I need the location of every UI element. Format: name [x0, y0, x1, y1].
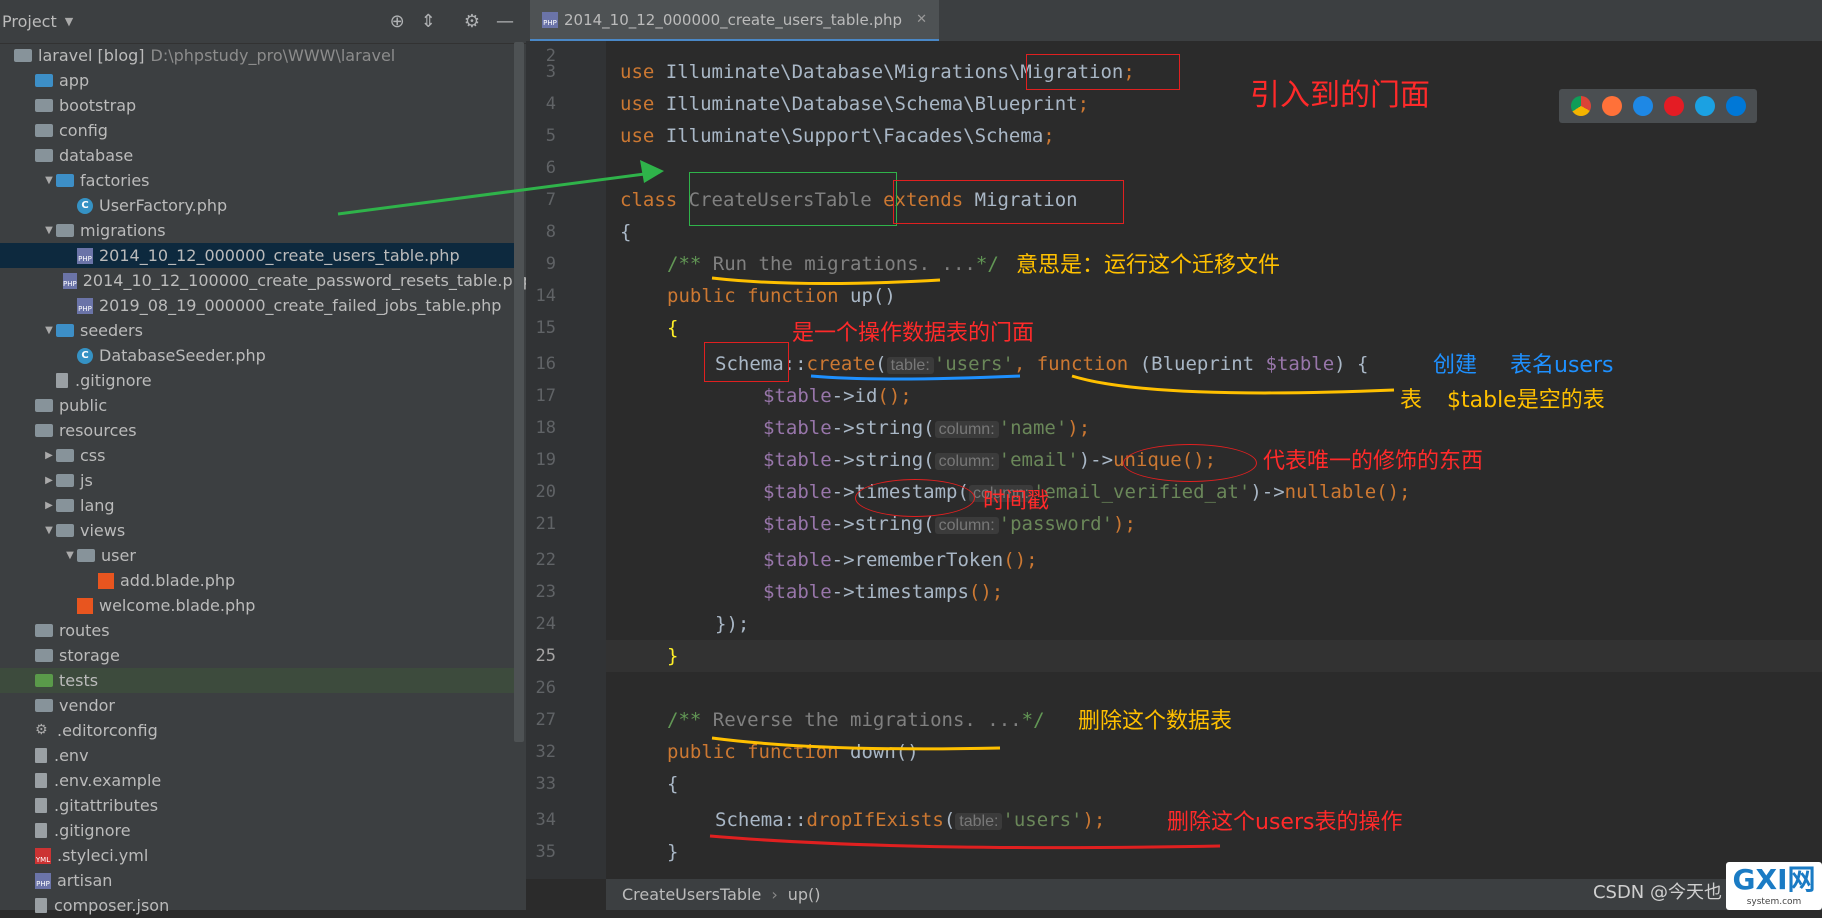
opera-icon[interactable]	[1663, 96, 1684, 116]
chrome-icon[interactable]	[1570, 96, 1591, 116]
red-underline-drop	[709, 834, 1221, 850]
edge-icon[interactable]	[1725, 96, 1746, 116]
yellow-underline-reverse	[711, 736, 1001, 751]
breadcrumb-method[interactable]: up()	[788, 885, 821, 904]
firefox-icon[interactable]	[1601, 96, 1622, 116]
annotation-table-name: 表名users	[1510, 353, 1614, 378]
breadcrumb-class[interactable]: CreateUsersTable	[622, 885, 761, 904]
yellow-underline-run	[711, 276, 941, 286]
annotation-table-empty: $table是空的表	[1447, 388, 1605, 413]
browser-preview-bar	[1559, 89, 1757, 123]
green-arrow-line	[337, 170, 661, 216]
annotation-delete-table: 删除这个数据表	[1078, 709, 1233, 734]
annotation-unique: 代表唯一的修饰的东西	[1263, 449, 1484, 474]
yellow-underline-function	[1071, 374, 1395, 395]
blue-underline-create	[810, 374, 1021, 381]
green-arrow-head	[640, 160, 664, 183]
watermark: CSDN @今天也	[1592, 882, 1722, 903]
ie-icon[interactable]	[1694, 96, 1715, 116]
annotation-facade: 引入到的门面	[1250, 78, 1430, 113]
chevron-right-icon: ›	[771, 885, 778, 904]
annotation-biao: 表	[1400, 388, 1423, 413]
site-logo: GXI网 system.com	[1726, 862, 1822, 910]
logo-subtext: system.com	[1746, 897, 1802, 907]
logo-text: GXI网	[1732, 863, 1816, 896]
annotation-create: 创建	[1433, 353, 1478, 378]
annotation-timestamp: 时间戳	[983, 489, 1050, 514]
safari-icon[interactable]	[1632, 96, 1653, 116]
annotation-run: 意思是：运行这个迁移文件	[1016, 253, 1281, 278]
annotation-delete-users: 删除这个users表的操作	[1167, 810, 1403, 835]
annotation-schema-facade: 是一个操作数据表的门面	[792, 321, 1035, 346]
annotation-strokes	[337, 160, 1395, 850]
